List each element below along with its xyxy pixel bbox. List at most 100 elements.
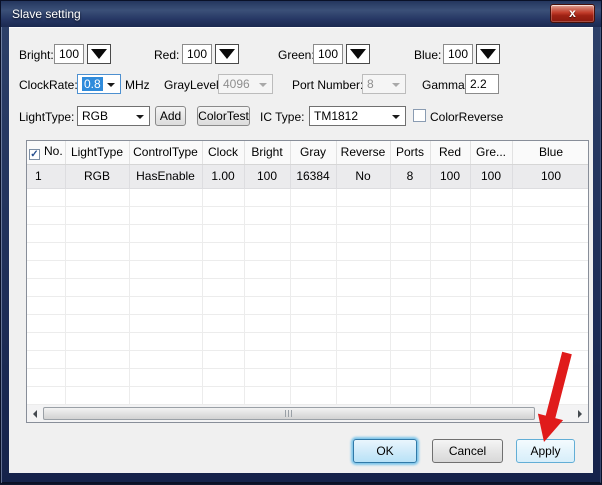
empty-cell [65, 332, 129, 350]
empty-cell [27, 368, 65, 386]
empty-cell [390, 314, 430, 332]
column-header-blue[interactable]: Blue [512, 141, 588, 164]
empty-table-row [27, 386, 588, 404]
port-number-label: Port Number: [292, 78, 363, 92]
empty-cell [470, 296, 512, 314]
empty-cell [290, 278, 336, 296]
empty-cell [129, 332, 202, 350]
column-header-bright[interactable]: Bright [244, 141, 290, 164]
clockrate-select[interactable]: 0.8 [77, 74, 121, 94]
table-cell: 100 [244, 164, 290, 188]
empty-cell [202, 224, 244, 242]
empty-cell [129, 242, 202, 260]
gamma-label: Gamma: [422, 78, 468, 92]
empty-cell [129, 206, 202, 224]
empty-table-row [27, 260, 588, 278]
empty-cell [202, 278, 244, 296]
empty-cell [244, 350, 290, 368]
red-label: Red: [154, 48, 179, 62]
column-header-reverse[interactable]: Reverse [336, 141, 390, 164]
slave-table: ✓No.LightTypeControlTypeClockBrightGrayR… [26, 140, 589, 423]
empty-cell [244, 224, 290, 242]
green-input[interactable] [313, 44, 343, 64]
lighttype-select[interactable]: RGB [77, 106, 150, 126]
empty-cell [290, 242, 336, 260]
red-input[interactable] [182, 44, 212, 64]
empty-cell [129, 350, 202, 368]
empty-cell [129, 368, 202, 386]
scrollbar-thumb[interactable] [43, 407, 535, 420]
scrollbar-track[interactable] [43, 405, 572, 422]
bright-label: Bright: [19, 48, 54, 62]
empty-cell [129, 296, 202, 314]
empty-cell [27, 278, 65, 296]
empty-cell [202, 260, 244, 278]
table-grid-area: ✓No.LightTypeControlTypeClockBrightGrayR… [27, 141, 588, 405]
empty-cell [27, 314, 65, 332]
colorreverse-checkbox[interactable] [413, 109, 426, 122]
ok-button[interactable]: OK [353, 439, 417, 463]
add-button[interactable]: Add [155, 106, 186, 126]
column-header-no[interactable]: ✓No. [27, 141, 65, 164]
slave-setting-dialog: Slave setting x Bright: Red: Green: Blue… [0, 0, 602, 484]
horizontal-scrollbar[interactable] [27, 405, 588, 422]
empty-cell [244, 368, 290, 386]
empty-cell [202, 206, 244, 224]
empty-cell [390, 206, 430, 224]
bright-dropdown-button[interactable] [87, 44, 111, 64]
empty-cell [512, 206, 588, 224]
empty-cell [390, 386, 430, 404]
chevron-down-icon [392, 83, 400, 87]
chevron-down-icon [107, 83, 115, 87]
cancel-button[interactable]: Cancel [432, 439, 503, 463]
green-dropdown-button[interactable] [346, 44, 370, 64]
column-header-red[interactable]: Red [430, 141, 470, 164]
colortest-button[interactable]: ColorTest [197, 106, 250, 126]
gamma-input[interactable] [465, 74, 499, 94]
bright-input[interactable] [54, 44, 84, 64]
colortest-button-label: ColorTest [198, 109, 249, 123]
apply-button-label: Apply [530, 444, 560, 458]
title-bar[interactable]: Slave setting x [1, 1, 601, 27]
blue-label: Blue: [414, 48, 441, 62]
empty-cell [470, 386, 512, 404]
graylevel-label: GrayLevel: [164, 78, 222, 92]
empty-cell [390, 296, 430, 314]
ic-type-select[interactable]: TM1812 [309, 106, 406, 126]
empty-cell [290, 386, 336, 404]
close-button[interactable]: x [550, 4, 595, 23]
empty-cell [470, 188, 512, 206]
apply-button[interactable]: Apply [516, 439, 575, 463]
empty-cell [336, 332, 390, 350]
green-label: Green: [278, 48, 315, 62]
column-header-lighttype[interactable]: LightType [65, 141, 129, 164]
empty-cell [512, 332, 588, 350]
empty-cell [65, 188, 129, 206]
scroll-left-button[interactable] [27, 405, 43, 422]
scroll-right-button[interactable] [572, 405, 588, 422]
red-dropdown-button[interactable] [215, 44, 239, 64]
empty-cell [27, 188, 65, 206]
ic-type-label: IC Type: [260, 110, 304, 124]
empty-cell [27, 242, 65, 260]
empty-cell [65, 242, 129, 260]
chevron-down-icon [91, 49, 107, 59]
empty-cell [430, 296, 470, 314]
table-cell: 16384 [290, 164, 336, 188]
empty-cell [129, 386, 202, 404]
empty-cell [470, 278, 512, 296]
table-row[interactable]: 1RGBHasEnable1.0010016384No8100100100 [27, 164, 588, 188]
column-header-gre[interactable]: Gre... [470, 141, 512, 164]
column-header-gray[interactable]: Gray [290, 141, 336, 164]
column-header-ports[interactable]: Ports [390, 141, 430, 164]
empty-cell [336, 386, 390, 404]
chevron-down-icon [219, 49, 235, 59]
blue-dropdown-button[interactable] [476, 44, 500, 64]
lighttype-label: LightType: [19, 110, 74, 124]
column-header-clock[interactable]: Clock [202, 141, 244, 164]
select-all-checkbox[interactable]: ✓ [29, 149, 40, 160]
empty-cell [290, 332, 336, 350]
empty-cell [129, 188, 202, 206]
blue-input[interactable] [443, 44, 473, 64]
column-header-controltype[interactable]: ControlType [129, 141, 202, 164]
